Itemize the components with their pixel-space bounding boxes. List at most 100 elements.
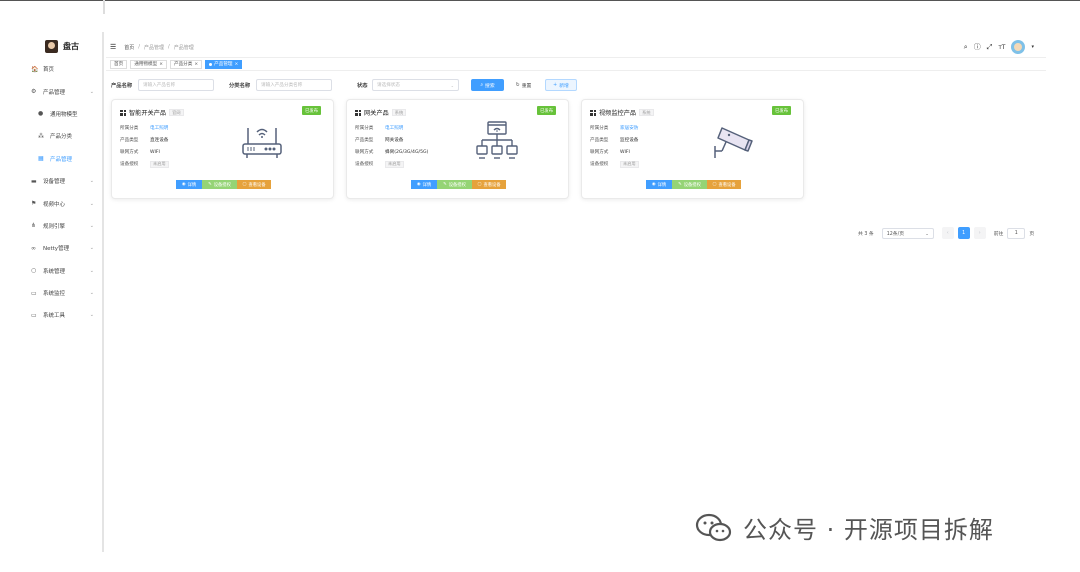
breadcrumb-item[interactable]: 首页 xyxy=(124,44,134,51)
product-source-tag: 系统 xyxy=(391,109,407,116)
product-name-label: 产品名称 xyxy=(111,83,133,89)
product-card[interactable]: 视频监控产品 系统 已发布 所属分类 家居安防 产品类型 监控设备 联网方式 WIFI 设备授权 未… xyxy=(581,99,804,199)
card-field: 设备授权 未启用 xyxy=(590,160,639,168)
tag-item[interactable]: 产品分类 × xyxy=(169,59,203,69)
sidebar-item[interactable]: ⚑ 视频中心 ⌄ xyxy=(0,192,102,214)
sidebar-item-label: 系统管理 xyxy=(43,268,66,275)
view-devices-button[interactable]: ▢ 查看设备 xyxy=(472,180,506,189)
page-number[interactable]: 1 xyxy=(957,227,970,239)
card-title: 智能开关产品 官网 xyxy=(120,108,184,117)
sidebar-item[interactable]: 🏠 首页 xyxy=(0,58,102,80)
product-source-tag: 官网 xyxy=(169,109,184,116)
sidebar-item-label: 首页 xyxy=(43,67,55,74)
product-name-input[interactable]: 请输入产品名称 xyxy=(138,79,214,91)
field-label: 产品类型 xyxy=(355,138,374,143)
field-value[interactable]: 电工照明 xyxy=(150,125,168,131)
chevron-down-icon: ⌄ xyxy=(89,200,94,207)
product-name: 视频监控产品 xyxy=(599,110,637,117)
flag-icon: ⚑ xyxy=(31,200,37,208)
view-icon: ◉ xyxy=(181,182,186,187)
system-icon: ○ xyxy=(31,267,37,275)
prev-page-button[interactable]: ‹ xyxy=(941,227,954,239)
field-value[interactable]: 家居安防 xyxy=(620,125,638,131)
product-card[interactable]: 网关产品 系统 已发布 所属分类 电工照明 产品类型 网关设备 联网方式 蜂窝(2G/3G/4G… xyxy=(346,99,569,199)
field-label: 产品类型 xyxy=(120,138,139,143)
product-name: 网关产品 xyxy=(364,110,389,117)
app-name: 盘古 xyxy=(63,42,79,51)
view-devices-button[interactable]: ▢ 查看设备 xyxy=(237,180,271,189)
card-title: 视频监控产品 系统 xyxy=(590,108,654,117)
chevron-down-icon: ⌄ xyxy=(89,267,94,274)
pagination: 共 3 条 12条/页 ⌄ ‹ 1 › 前往 1 页 xyxy=(858,227,1034,239)
device-auth-button[interactable]: ✎ 设备授权 xyxy=(672,180,707,189)
field-label: 联网方式 xyxy=(590,150,609,155)
product-card[interactable]: 智能开关产品 官网 已发布 所属分类 电工照明 产品类型 直连设备 联网方式 WIFI 设备授权 未… xyxy=(111,99,334,199)
tag-item[interactable]: 通用物模型 × xyxy=(130,59,167,69)
search-button[interactable]: ⌕ 搜索 xyxy=(471,79,504,91)
detail-button[interactable]: ◉ 详情 xyxy=(411,180,437,189)
device-icon: ▢ xyxy=(477,182,482,187)
sidebar-item[interactable]: ⁂ 产品分类 xyxy=(0,125,102,147)
goto-page-input[interactable]: 1 xyxy=(1007,227,1026,239)
tag-item[interactable]: 产品管理 × xyxy=(205,59,243,69)
refresh-icon: ↻ xyxy=(515,82,520,88)
page-size-select[interactable]: 12条/页 ⌄ xyxy=(881,227,934,239)
sidebar-item[interactable]: ▦ 产品管理 xyxy=(0,148,102,170)
pagination-total: 共 3 条 xyxy=(858,231,874,237)
sidebar-item[interactable]: ⚙ 产品管理 ⌄ xyxy=(0,80,102,102)
font-size-icon[interactable]: тT xyxy=(998,44,1005,51)
card-field: 产品类型 监控设备 xyxy=(590,136,638,144)
product-source-tag: 系统 xyxy=(639,109,654,116)
monitor-icon: ▭ xyxy=(31,289,37,297)
camera-image xyxy=(709,120,755,164)
product-grid-icon xyxy=(120,109,126,116)
sidebar-item[interactable]: ∞ Netty管理 ⌄ xyxy=(0,237,102,259)
field-value: WIFI xyxy=(150,149,160,155)
avatar[interactable] xyxy=(1011,40,1026,54)
detail-button[interactable]: ◉ 详情 xyxy=(646,180,672,189)
field-value: 直连设备 xyxy=(150,138,169,143)
sidebar-item[interactable]: ● 通用物模型 xyxy=(0,103,102,125)
view-icon: ◉ xyxy=(416,182,421,187)
product-grid-icon xyxy=(590,109,596,116)
close-icon[interactable]: × xyxy=(235,62,239,67)
status-select[interactable]: 请选择状态 ⌄ xyxy=(372,79,459,91)
close-icon[interactable]: × xyxy=(159,62,163,67)
field-value[interactable]: 电工照明 xyxy=(385,125,403,131)
settings-icon: ⚙ xyxy=(31,88,37,96)
reset-button-label: 重置 xyxy=(521,83,532,89)
search-icon[interactable]: ⌕ xyxy=(964,43,968,52)
goto-label: 前往 xyxy=(993,231,1004,237)
app-logo[interactable]: 盘古 xyxy=(45,40,79,53)
tag-item[interactable]: 首页 xyxy=(110,59,128,69)
next-page-button[interactable]: › xyxy=(973,227,986,239)
sidebar-item[interactable]: ▭ 系统监控 ⌄ xyxy=(0,282,102,304)
category-input[interactable]: 请输入产品分类名称 xyxy=(256,79,332,91)
chevron-down-icon: ⌄ xyxy=(89,245,94,252)
chevron-down-icon[interactable]: ▾ xyxy=(1031,44,1034,50)
sidebar-item[interactable]: ▭ 系统工具 ⌄ xyxy=(0,304,102,326)
chevron-down-icon: ⌄ xyxy=(89,290,94,297)
hamburger-icon[interactable]: ☰ xyxy=(110,43,116,51)
sidebar-item[interactable]: ○ 系统管理 ⌄ xyxy=(0,260,102,282)
fullscreen-icon[interactable]: ⤢ xyxy=(987,43,993,52)
close-icon[interactable]: × xyxy=(194,62,198,67)
card-field: 设备授权 未启用 xyxy=(355,160,404,168)
field-label: 所属分类 xyxy=(590,126,609,131)
add-button[interactable]: + 新增 xyxy=(545,79,577,91)
status-placeholder: 请选择状态 xyxy=(377,83,400,88)
status-label: 状态 xyxy=(357,83,368,89)
action-label: 设备授权 xyxy=(448,182,466,188)
action-label: 设备授权 xyxy=(213,182,231,188)
help-icon[interactable]: ⓘ xyxy=(974,42,981,52)
sidebar-item[interactable]: ▬ 设备管理 ⌄ xyxy=(0,170,102,192)
action-label: 查看设备 xyxy=(248,182,266,188)
detail-button[interactable]: ◉ 详情 xyxy=(176,180,202,189)
sidebar-item[interactable]: ⋔ 规则引擎 ⌄ xyxy=(0,215,102,237)
page-size-value: 12条/页 xyxy=(886,231,905,237)
device-auth-button[interactable]: ✎ 设备授权 xyxy=(437,180,472,189)
device-auth-button[interactable]: ✎ 设备授权 xyxy=(202,180,237,189)
view-devices-button[interactable]: ▢ 查看设备 xyxy=(707,180,741,189)
reset-button[interactable]: ↻ 重置 xyxy=(509,79,538,91)
field-value: 未启用 xyxy=(385,160,404,168)
